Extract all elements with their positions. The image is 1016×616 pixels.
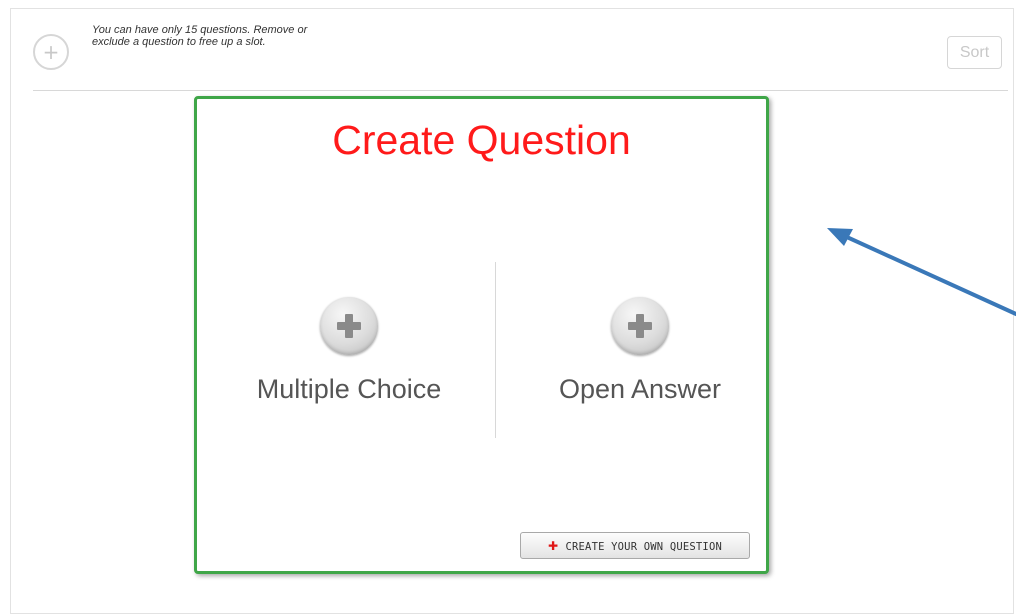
open-answer-label[interactable]: Open Answer: [500, 373, 780, 405]
multiple-choice-label[interactable]: Multiple Choice: [209, 373, 489, 405]
sort-button[interactable]: Sort: [947, 36, 1002, 69]
plus-icon[interactable]: [611, 297, 669, 355]
create-question-panel: Create Question Multiple Choice Open Ans…: [194, 96, 769, 574]
option-divider: [495, 262, 496, 438]
create-question-title: Create Question: [332, 117, 631, 163]
multiple-choice-option[interactable]: Multiple Choice: [209, 297, 489, 417]
toolbar-divider: [33, 90, 1008, 91]
create-own-question-button[interactable]: ✚ CREATE YOUR OWN QUESTION: [520, 532, 750, 559]
add-question-icon[interactable]: +: [33, 34, 69, 70]
question-limit-message: You can have only 15 questions. Remove o…: [92, 24, 308, 48]
red-plus-icon: ✚: [547, 539, 559, 553]
open-answer-option[interactable]: Open Answer: [500, 297, 780, 417]
plus-icon[interactable]: [320, 297, 378, 355]
question-toolbar: + You can have only 15 questions. Remove…: [11, 9, 1013, 90]
create-own-question-label: CREATE YOUR OWN QUESTION: [565, 541, 723, 553]
